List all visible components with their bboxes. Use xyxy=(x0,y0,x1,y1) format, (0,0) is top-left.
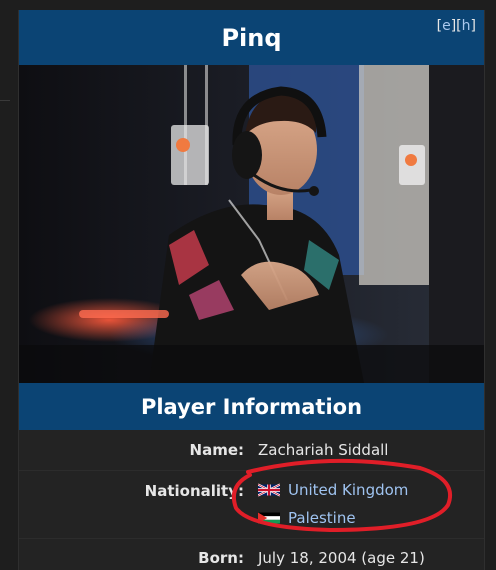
section-title: Player Information xyxy=(140,394,363,419)
infobox-header: Pinq [e][h] xyxy=(19,10,484,65)
history-link[interactable]: h xyxy=(462,18,471,34)
nationality-link-uk[interactable]: United Kingdom xyxy=(288,481,408,499)
born-row: Born: July 18, 2004 (age 21) xyxy=(19,539,484,570)
nationality-item-palestine: Palestine xyxy=(258,509,356,527)
nationality-item-uk: United Kingdom xyxy=(258,481,408,499)
name-row: Name: Zachariah Siddall xyxy=(19,430,484,470)
player-infobox: Pinq [e][h] Player Information Name: Zac… xyxy=(18,10,485,570)
nationality-link-palestine[interactable]: Palestine xyxy=(288,509,356,527)
name-label: Name: xyxy=(189,441,244,459)
edit-link[interactable]: e xyxy=(442,18,451,34)
player-photo xyxy=(19,65,484,383)
born-value: July 18, 2004 (age 21) xyxy=(258,549,425,567)
uk-flag-icon xyxy=(258,483,280,497)
name-value: Zachariah Siddall xyxy=(258,441,389,459)
edit-history-links: [e][h] xyxy=(436,18,476,34)
born-label: Born: xyxy=(198,549,244,567)
nationality-row: Nationality: United Kingdom Palestine xyxy=(19,471,484,538)
nationality-label: Nationality: xyxy=(144,482,244,500)
left-divider xyxy=(0,100,10,101)
player-name-title: Pinq xyxy=(221,23,282,52)
palestine-flag-icon xyxy=(258,512,280,524)
player-information-header: Player Information xyxy=(19,383,484,430)
